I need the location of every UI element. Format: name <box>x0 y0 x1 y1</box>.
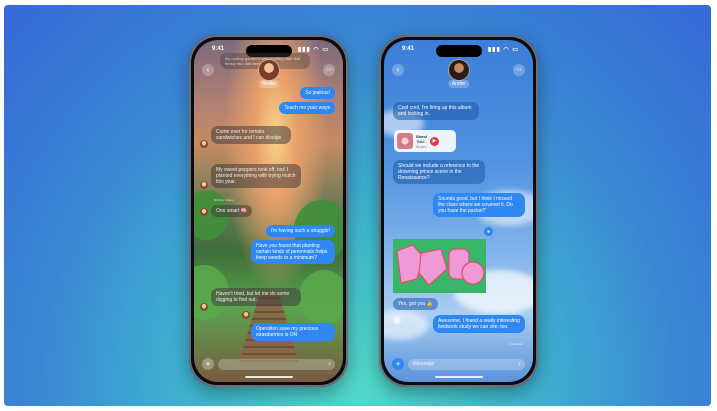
message-bubble: Yes, got you 👍 <box>393 298 438 310</box>
contact-avatar[interactable] <box>447 59 470 81</box>
album-title: Sheol <box>416 133 427 139</box>
home-indicator <box>434 376 483 378</box>
status-time: 9:41 <box>402 46 415 52</box>
message-input[interactable]: ♪ <box>218 358 335 370</box>
message-bubble: My sweet peppers took off, too! I plante… <box>211 164 301 188</box>
plus-icon[interactable]: + <box>392 358 404 370</box>
message-bubble: So jealous! <box>300 87 335 99</box>
message-bubble: Should we include a reference to the dro… <box>393 160 485 184</box>
message-bubble: Teach me your ways <box>279 102 335 114</box>
sender-avatar <box>200 181 208 189</box>
back-icon[interactable]: ‹ <box>202 64 214 76</box>
album-card[interactable]: Sheol Tiala Music ▶ <box>394 130 456 152</box>
message-bubble: Ooo smart 🧠 <box>211 205 252 217</box>
home-indicator <box>244 376 293 378</box>
video-call-icon[interactable]: ▭ <box>513 64 525 76</box>
reaction-avatar <box>242 311 250 319</box>
back-icon[interactable]: ‹ <box>392 64 404 76</box>
sender-avatar <box>200 208 208 216</box>
message-input[interactable]: iMessage ♪ <box>408 358 525 370</box>
album-info: Sheol Tiala Music <box>416 134 427 149</box>
garden-wallpaper: 9:41 ▮▮▮ ◠ ▭ My rooftop garden's very ex… <box>194 40 343 382</box>
message-bubble: Have you found that planting certain kin… <box>251 240 335 264</box>
message-bubble: Awesome, I found a really interesting fi… <box>433 315 525 333</box>
video-call-icon[interactable]: ▭ <box>323 64 335 76</box>
plus-icon[interactable]: + <box>202 358 214 370</box>
contact-avatar[interactable] <box>257 59 280 81</box>
album-art <box>397 133 413 149</box>
status-time: 9:41 <box>212 46 225 52</box>
message-input-placeholder: iMessage <box>413 361 435 367</box>
status-icons: ▮▮▮ ◠ ▭ <box>297 47 329 53</box>
play-icon[interactable]: ▶ <box>429 136 439 146</box>
contact-name[interactable]: Andre <box>447 80 470 88</box>
album-source: Music <box>416 143 427 149</box>
status-icons: ▮▮▮ ◠ ▭ <box>487 47 519 53</box>
sky-wallpaper: 9:41 ▮▮▮ ◠ ▭ ‹ Andre ▭ Cool cool, I'm fi… <box>384 40 533 382</box>
sticker-art <box>393 239 486 293</box>
delivered-label: Delivered <box>510 342 523 346</box>
left-phone: 9:41 ▮▮▮ ◠ ▭ My rooftop garden's very ex… <box>189 35 348 387</box>
sticker-image[interactable] <box>393 239 486 293</box>
contact-name[interactable]: Bodie <box>258 80 279 88</box>
message-bubble: Come over for tomato sandwiches and I ca… <box>211 126 291 144</box>
promo-background: 9:41 ▮▮▮ ◠ ▭ My rooftop garden's very ex… <box>4 5 711 406</box>
message-bubble: I'm having such a struggle! <box>265 225 335 237</box>
message-bubble: Sounds good, but I think I missed the cl… <box>433 193 525 217</box>
sender-label: Nichole Chang <box>214 198 234 202</box>
composer: + iMessage ♪ <box>392 358 525 370</box>
tapback-icon[interactable] <box>393 316 401 324</box>
message-bubble: Cool cool, I'm firing up this album and … <box>393 102 479 120</box>
composer: + ♪ <box>202 358 335 370</box>
message-bubble: Operation save my precious strawberries … <box>251 323 335 341</box>
dynamic-island <box>435 45 482 57</box>
sender-avatar <box>200 140 208 148</box>
tapback-icon[interactable]: ● <box>484 227 493 236</box>
right-phone: 9:41 ▮▮▮ ◠ ▭ ‹ Andre ▭ Cool cool, I'm fi… <box>379 35 538 387</box>
mic-icon[interactable]: ♪ <box>328 361 331 367</box>
mic-icon[interactable]: ♪ <box>518 361 521 367</box>
message-bubble: Haven't tried, but let me do some diggin… <box>211 288 301 306</box>
sender-avatar <box>200 303 208 311</box>
